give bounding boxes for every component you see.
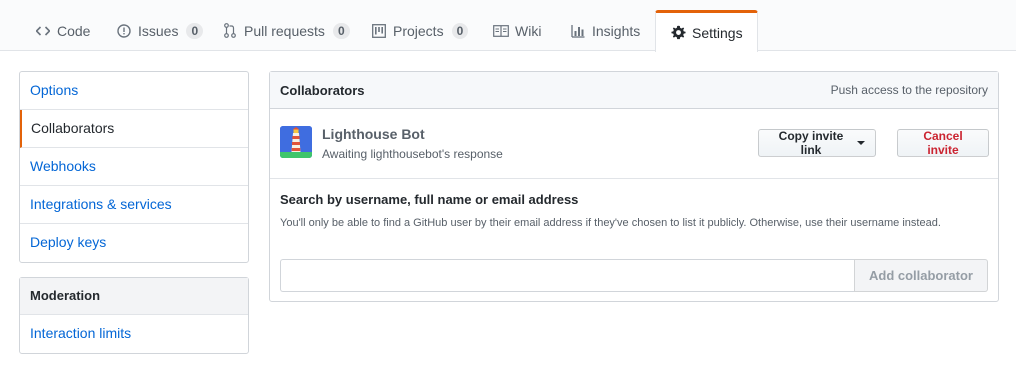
- lighthouse-avatar[interactable]: [280, 126, 312, 158]
- collaborator-row: Lighthouse Bot Awaiting lighthousebot's …: [270, 109, 998, 179]
- tab-label: Issues: [138, 22, 179, 39]
- cancel-invite-button[interactable]: Cancel invite: [897, 129, 989, 157]
- add-collaborator-button[interactable]: Add collaborator: [854, 259, 988, 292]
- copy-invite-link-button[interactable]: Copy invite link: [758, 129, 876, 157]
- caret-down-icon: [857, 141, 865, 145]
- project-icon: [371, 23, 387, 39]
- git-pull-request-icon: [222, 23, 238, 39]
- graph-icon: [570, 23, 586, 39]
- tab-label: Wiki: [515, 22, 542, 39]
- invite-status: Awaiting lighthousebot's response: [322, 147, 503, 161]
- gear-icon: [670, 25, 686, 41]
- tab-label: Projects: [393, 22, 444, 39]
- sidebar-item-webhooks[interactable]: Webhooks: [20, 148, 248, 186]
- repo-nav: Code Issues 0 Pull requests 0 Projects 0…: [0, 0, 1016, 52]
- copy-invite-link-label: Copy invite link: [778, 129, 844, 157]
- collaborator-search-input[interactable]: [280, 259, 855, 292]
- tab-label: Pull requests: [244, 22, 325, 39]
- sidebar-item-options[interactable]: Options: [20, 72, 248, 110]
- code-icon: [35, 23, 51, 39]
- sidebar-item-deploy-keys[interactable]: Deploy keys: [20, 224, 248, 262]
- search-note: You'll only be able to find a GitHub use…: [280, 217, 941, 229]
- tab-label: Code: [57, 22, 91, 39]
- collaborators-box: Collaborators Push access to the reposit…: [269, 71, 999, 302]
- tab-issues[interactable]: Issues 0: [112, 10, 207, 51]
- tab-insights[interactable]: Insights: [566, 10, 644, 51]
- search-row: Add collaborator: [280, 259, 988, 292]
- collaborators-title: Collaborators: [280, 82, 365, 98]
- add-collaborator-section: Search by username, full name or email a…: [270, 179, 998, 245]
- projects-count-badge: 0: [451, 22, 469, 39]
- pull-requests-count-badge: 0: [332, 22, 350, 39]
- sidebar-item-collaborators[interactable]: Collaborators: [20, 110, 248, 148]
- issue-opened-icon: [116, 23, 132, 39]
- push-access-note: Push access to the repository: [830, 83, 988, 97]
- sidebar-item-integrations-services[interactable]: Integrations & services: [20, 186, 248, 224]
- collaborator-name[interactable]: Lighthouse Bot: [322, 126, 425, 142]
- tab-projects[interactable]: Projects 0: [367, 10, 472, 51]
- sidebar-item-interaction-limits[interactable]: Interaction limits: [20, 315, 248, 353]
- moderation-menu: Moderation Interaction limits: [19, 277, 249, 354]
- tab-label: Settings: [692, 24, 743, 41]
- tab-settings[interactable]: Settings: [655, 10, 758, 52]
- tab-pull-requests[interactable]: Pull requests 0: [218, 10, 354, 51]
- book-icon: [493, 23, 509, 39]
- tab-label: Insights: [592, 22, 641, 39]
- issues-count-badge: 0: [186, 22, 204, 39]
- moderation-heading: Moderation: [20, 278, 248, 315]
- tab-wiki[interactable]: Wiki: [489, 10, 545, 51]
- tab-code[interactable]: Code: [31, 10, 94, 51]
- search-label: Search by username, full name or email a…: [280, 192, 579, 207]
- settings-menu: Options Collaborators Webhooks Integrati…: [19, 71, 249, 263]
- collaborators-header: Collaborators Push access to the reposit…: [270, 72, 998, 109]
